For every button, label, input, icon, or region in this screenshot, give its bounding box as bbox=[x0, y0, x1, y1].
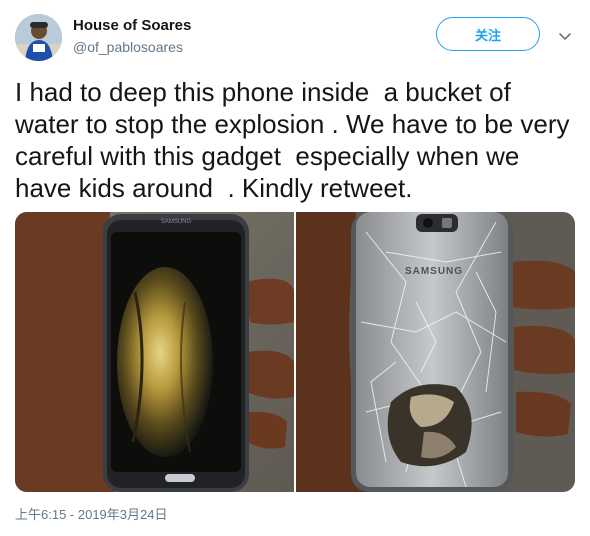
photo-2-brand: SAMSUNG bbox=[405, 266, 463, 277]
photo-burnt-screen[interactable]: SAMSUNG bbox=[15, 212, 294, 492]
photo-cracked-back[interactable]: SAMSUNG bbox=[296, 212, 575, 492]
chevron-down-icon[interactable] bbox=[557, 28, 573, 44]
display-name[interactable]: House of Soares bbox=[73, 17, 191, 35]
tweet-media[interactable]: SAMSUNG SAMSUNG bbox=[15, 212, 575, 492]
tweet-text: I had to deep this phone inside a bucket… bbox=[15, 77, 577, 203]
avatar[interactable] bbox=[15, 14, 62, 61]
follow-button[interactable]: 关注 bbox=[436, 17, 540, 51]
tweet-timestamp[interactable]: 上午6:15 - 2019年3月24日 bbox=[15, 507, 167, 523]
user-handle[interactable]: @of_pablosoares bbox=[73, 39, 183, 56]
photo-1-brand: SAMSUNG bbox=[161, 219, 192, 225]
tweet-card: House of Soares @of_pablosoares 关注 I had… bbox=[0, 0, 590, 536]
